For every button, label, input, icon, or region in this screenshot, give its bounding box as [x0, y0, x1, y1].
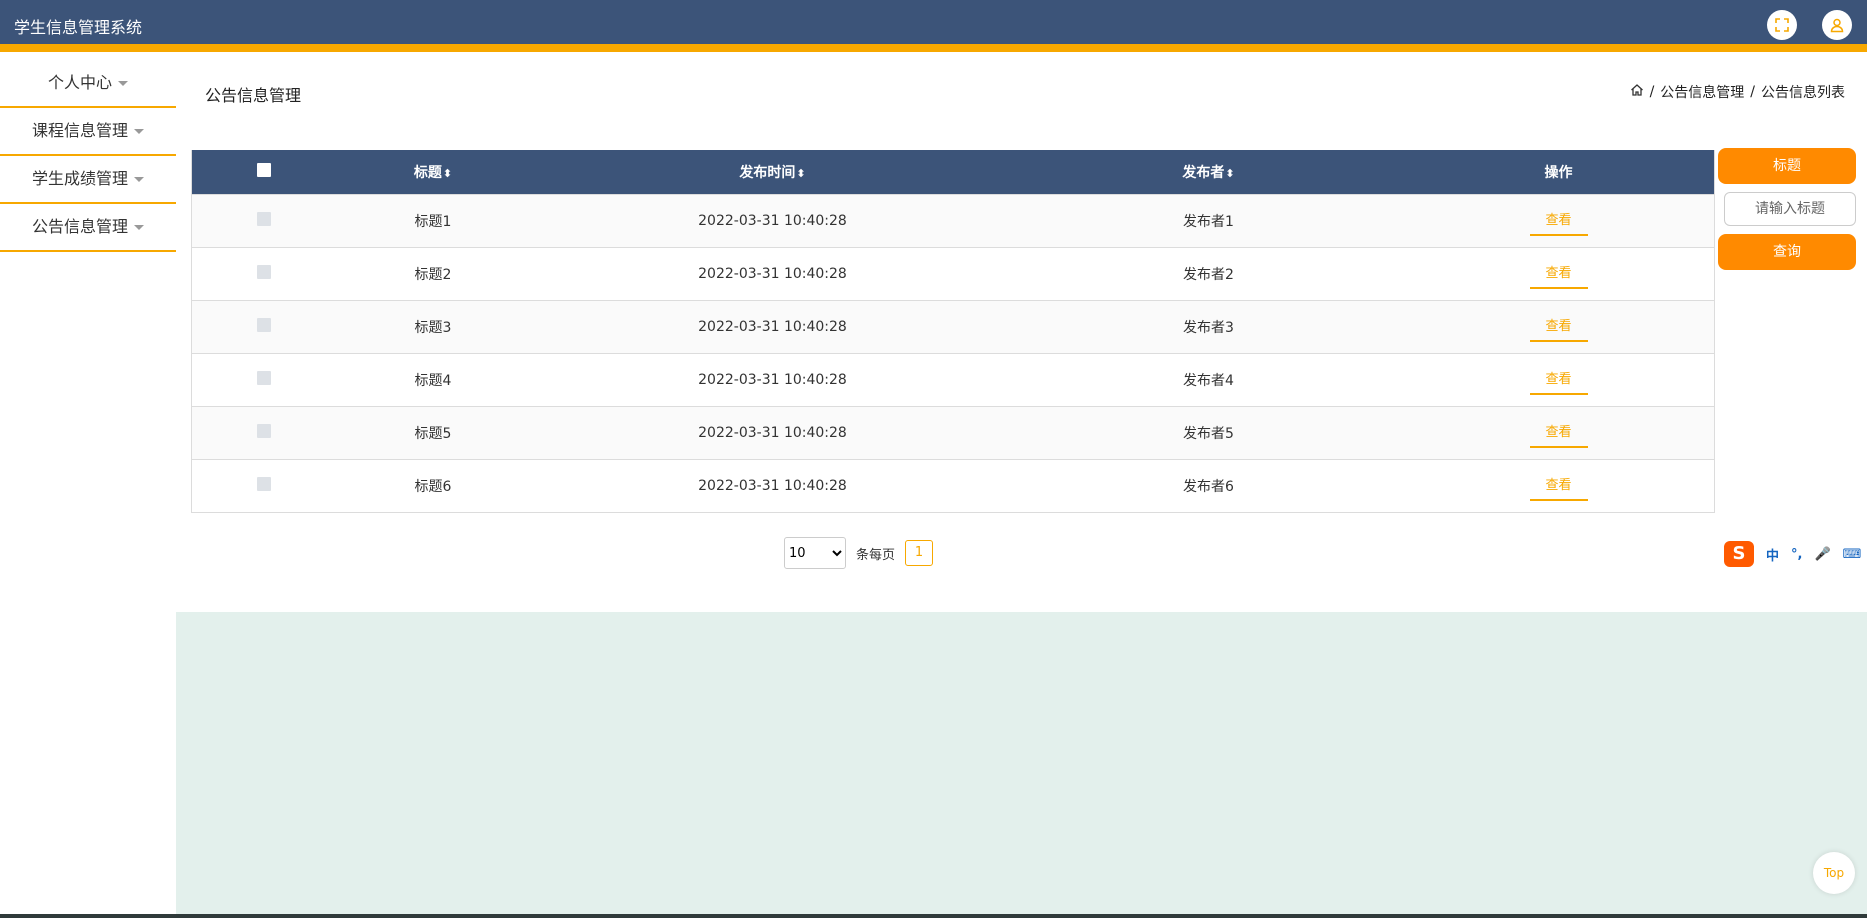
- per-page-label: 条每页: [856, 547, 896, 563]
- microphone-icon[interactable]: 🎤: [1814, 547, 1830, 562]
- row-checkbox[interactable]: [256, 370, 271, 385]
- sort-icon[interactable]: ⬍: [1225, 167, 1234, 180]
- cell-title: 标题6: [414, 478, 452, 495]
- cell-time: 2022-03-31 10:40:28: [698, 371, 847, 388]
- search-field-label-button[interactable]: 标题: [1718, 148, 1856, 184]
- cell-title: 标题1: [414, 213, 452, 230]
- row-checkbox[interactable]: [256, 211, 271, 226]
- sidebar-item-label: 个人中心: [47, 73, 112, 92]
- table-row: 标题1 2022-03-31 10:40:28 发布者1 查看: [192, 194, 1714, 247]
- sidebar-item-label: 公告信息管理: [31, 217, 128, 236]
- cell-publisher: 发布者5: [1183, 425, 1234, 442]
- announcement-table: 标题⬍ 发布时间⬍ 发布者⬍ 操作 标题1 2022-03-31 10:40:2…: [191, 150, 1715, 513]
- search-title-input[interactable]: [1724, 192, 1856, 226]
- cell-title: 标题5: [414, 425, 452, 442]
- cell-publisher: 发布者2: [1183, 266, 1234, 283]
- select-all-cell: [192, 150, 335, 194]
- home-icon[interactable]: [1630, 83, 1644, 101]
- page-size-select[interactable]: 10: [784, 537, 846, 569]
- table-header-row: 标题⬍ 发布时间⬍ 发布者⬍ 操作: [192, 150, 1714, 194]
- view-button[interactable]: 查看: [1529, 470, 1588, 502]
- row-checkbox[interactable]: [256, 264, 271, 279]
- app-title: 学生信息管理系统: [14, 18, 143, 37]
- page-title: 公告信息管理: [205, 86, 302, 105]
- cell-time: 2022-03-31 10:40:28: [698, 477, 847, 494]
- sidebar-item-course-management[interactable]: 课程信息管理: [0, 108, 176, 156]
- table-row: 标题6 2022-03-31 10:40:28 发布者6 查看: [192, 459, 1714, 512]
- column-header-label: 标题: [413, 164, 442, 181]
- cell-time: 2022-03-31 10:40:28: [698, 212, 847, 229]
- back-to-top-button[interactable]: Top: [1813, 852, 1855, 894]
- ime-mode-toggle[interactable]: 中: [1766, 545, 1779, 564]
- column-header-publisher[interactable]: 发布者⬍: [1014, 150, 1403, 194]
- sidebar-item-label: 学生成绩管理: [31, 169, 128, 188]
- fullscreen-icon[interactable]: [1767, 10, 1797, 40]
- column-header-title[interactable]: 标题⬍: [335, 150, 531, 194]
- top-bar: 学生信息管理系统: [0, 0, 1867, 52]
- ime-punctuation-icon[interactable]: °,: [1791, 547, 1802, 562]
- table-row: 标题5 2022-03-31 10:40:28 发布者5 查看: [192, 406, 1714, 459]
- row-checkbox[interactable]: [256, 476, 271, 491]
- view-button[interactable]: 查看: [1529, 205, 1588, 236]
- cell-publisher: 发布者6: [1183, 478, 1234, 495]
- view-button[interactable]: 查看: [1529, 258, 1588, 289]
- ime-toolbar: S 中 °, 🎤 ⌨ ▦: [1724, 541, 1867, 567]
- caret-down-icon: [134, 225, 144, 230]
- cell-title: 标题4: [414, 372, 452, 389]
- keyboard-icon[interactable]: ⌨: [1843, 547, 1862, 562]
- view-button[interactable]: 查看: [1529, 311, 1588, 342]
- breadcrumb-separator: /: [1649, 84, 1655, 100]
- user-icon[interactable]: [1822, 10, 1852, 40]
- sidebar-item-personal-center[interactable]: 个人中心: [0, 60, 176, 108]
- row-checkbox[interactable]: [256, 317, 271, 332]
- table-row: 标题2 2022-03-31 10:40:28 发布者2 查看: [192, 247, 1714, 300]
- column-header-action: 操作: [1544, 164, 1573, 181]
- cell-time: 2022-03-31 10:40:28: [698, 424, 847, 441]
- row-checkbox[interactable]: [256, 423, 271, 438]
- sort-icon[interactable]: ⬍: [796, 167, 805, 180]
- breadcrumb-item[interactable]: 公告信息管理: [1660, 82, 1744, 102]
- table-row: 标题4 2022-03-31 10:40:28 发布者4 查看: [192, 353, 1714, 406]
- sidebar-item-label: 课程信息管理: [31, 121, 128, 140]
- cell-title: 标题2: [414, 266, 452, 283]
- caret-down-icon: [134, 177, 144, 182]
- sidebar-item-announcement-management[interactable]: 公告信息管理: [0, 204, 176, 252]
- caret-down-icon: [118, 81, 128, 86]
- page-number-button[interactable]: 1: [905, 540, 934, 566]
- view-button[interactable]: 查看: [1529, 417, 1588, 448]
- bottom-bar: [0, 914, 1867, 918]
- caret-down-icon: [134, 129, 144, 134]
- cell-publisher: 发布者3: [1183, 319, 1234, 336]
- select-all-checkbox[interactable]: [256, 162, 271, 177]
- cell-time: 2022-03-31 10:40:28: [698, 265, 847, 282]
- cell-publisher: 发布者4: [1183, 372, 1234, 389]
- column-header-label: 发布时间: [739, 164, 796, 181]
- search-panel: 标题 查询: [1718, 148, 1856, 270]
- breadcrumb: / 公告信息管理 / 公告信息列表: [1630, 82, 1845, 102]
- ime-logo-icon[interactable]: S: [1724, 541, 1754, 567]
- search-button[interactable]: 查询: [1718, 234, 1856, 270]
- breadcrumb-item: 公告信息列表: [1761, 85, 1845, 101]
- cell-time: 2022-03-31 10:40:28: [698, 318, 847, 335]
- breadcrumb-separator: /: [1750, 84, 1755, 100]
- cell-publisher: 发布者1: [1183, 213, 1234, 230]
- content-background: [176, 612, 1867, 914]
- table-row: 标题3 2022-03-31 10:40:28 发布者3 查看: [192, 300, 1714, 353]
- view-button[interactable]: 查看: [1529, 364, 1588, 395]
- sidebar-item-grade-management[interactable]: 学生成绩管理: [0, 156, 176, 204]
- cell-title: 标题3: [414, 319, 452, 336]
- column-header-label: 发布者: [1182, 164, 1225, 181]
- column-header-time[interactable]: 发布时间⬍: [531, 150, 1014, 194]
- pagination: 10 条每页 1: [784, 537, 934, 569]
- sidebar: 个人中心 课程信息管理 学生成绩管理 公告信息管理: [0, 60, 176, 252]
- sort-icon[interactable]: ⬍: [443, 167, 452, 180]
